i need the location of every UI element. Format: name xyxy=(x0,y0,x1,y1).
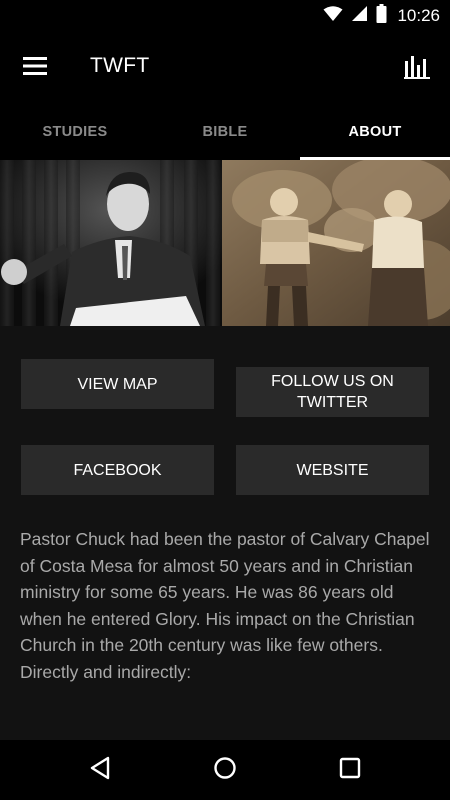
signal-icon xyxy=(351,5,368,27)
status-icons: 10:26 xyxy=(323,0,440,32)
tab-bible[interactable]: BIBLE xyxy=(150,104,300,160)
facebook-button[interactable]: FACEBOOK xyxy=(21,445,214,495)
app-bar: TWFT xyxy=(0,32,450,104)
about-description: Pastor Chuck had been the pastor of Calv… xyxy=(20,529,430,682)
bar-chart-icon xyxy=(404,53,430,84)
view-map-button[interactable]: VIEW MAP xyxy=(21,359,214,409)
home-button[interactable] xyxy=(201,750,249,790)
status-bar: 10:26 xyxy=(0,0,450,32)
pastor-photo xyxy=(0,160,222,326)
back-button[interactable] xyxy=(76,750,124,790)
home-icon xyxy=(213,756,237,785)
menu-button[interactable] xyxy=(14,48,56,88)
recents-icon xyxy=(339,757,361,784)
menu-icon xyxy=(23,56,47,81)
battery-icon xyxy=(376,4,387,28)
status-time: 10:26 xyxy=(397,6,440,25)
hero-images xyxy=(0,160,450,326)
follow-twitter-button[interactable]: FOLLOW US ON TWITTER xyxy=(236,367,429,417)
tab-bar: STUDIES BIBLE ABOUT xyxy=(0,104,450,160)
stats-button[interactable] xyxy=(396,48,438,88)
website-button[interactable]: WEBSITE xyxy=(236,445,429,495)
wifi-icon xyxy=(323,5,343,27)
app-screen: 10:26 TWFT STUDIES BIBLE ABOUT VIEW MAP … xyxy=(0,0,450,800)
system-nav-bar xyxy=(0,740,450,800)
app-title: TWFT xyxy=(90,54,150,77)
recents-button[interactable] xyxy=(326,750,374,790)
tab-studies[interactable]: STUDIES xyxy=(0,104,150,160)
back-icon xyxy=(89,756,111,785)
tab-about[interactable]: ABOUT xyxy=(300,104,450,160)
couple-photo xyxy=(222,160,450,326)
